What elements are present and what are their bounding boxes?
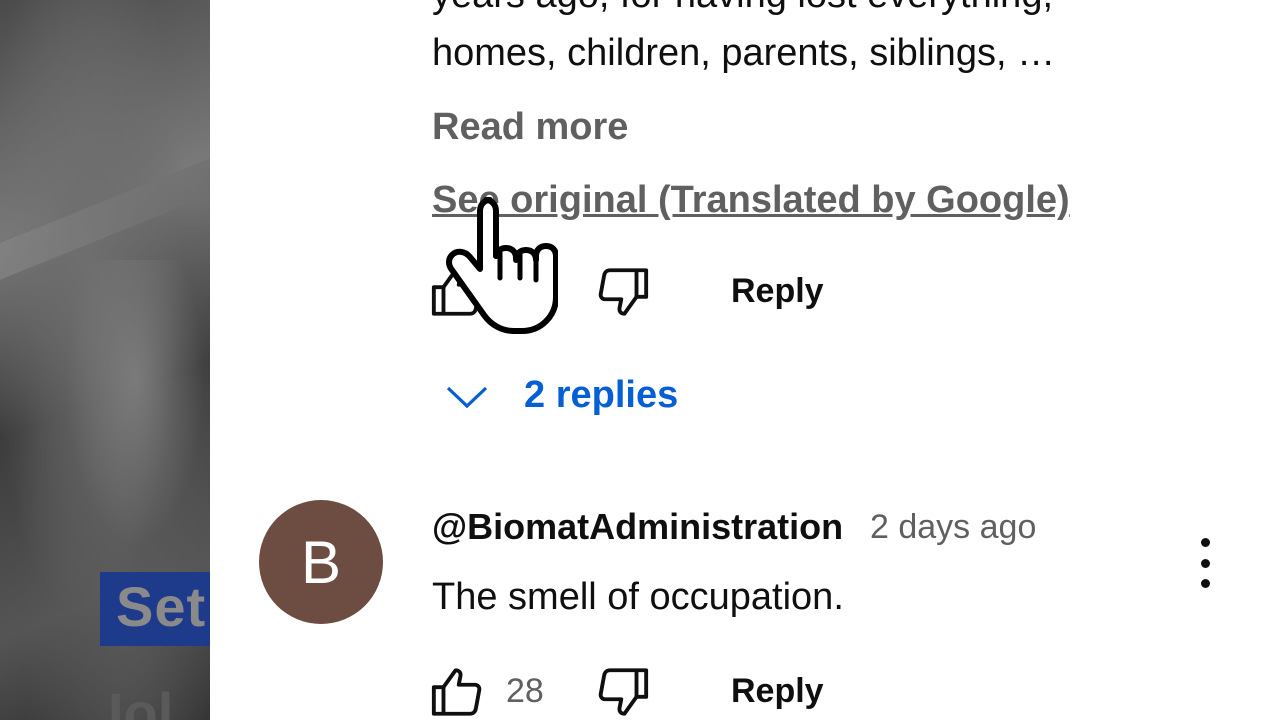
more-options-button[interactable] — [1182, 530, 1228, 596]
video-caption-text: Set — [116, 575, 207, 638]
comments-panel: years ago, for having lost everything, h… — [210, 0, 1280, 720]
dislike-button[interactable] — [592, 262, 652, 322]
like-count: 28 — [506, 672, 544, 710]
avatar-letter: B — [300, 528, 342, 596]
chevron-down-icon — [446, 386, 488, 409]
thumb-up-icon — [431, 668, 482, 716]
read-more-link[interactable]: Read more — [432, 106, 628, 149]
video-caption-text-lower: Iol — [108, 681, 174, 720]
comment-author[interactable]: @BiomatAdministration — [432, 506, 843, 548]
thumb-up-icon — [431, 268, 482, 316]
comment-text-line: years ago, for having lost everything, — [432, 0, 1053, 17]
reply-button[interactable]: Reply — [731, 272, 824, 311]
comment-text-line: homes, children, parents, siblings, … — [432, 32, 1056, 74]
comment-timestamp[interactable]: 2 days ago — [870, 508, 1036, 547]
dislike-button[interactable] — [592, 662, 652, 722]
video-frame-detail — [60, 260, 210, 560]
avatar[interactable]: B — [259, 500, 383, 624]
see-original-link[interactable]: See original (Translated by Google) — [432, 179, 1070, 222]
like-button[interactable] — [428, 662, 488, 722]
thumb-down-icon — [598, 268, 649, 316]
replies-count-label: 2 replies — [524, 374, 679, 416]
comment-text: The smell of occupation. — [432, 576, 844, 618]
reply-button[interactable]: Reply — [731, 672, 824, 711]
video-player-strip[interactable]: Set Iol — [0, 0, 210, 720]
more-vert-icon — [1200, 538, 1210, 588]
like-button[interactable] — [428, 262, 488, 322]
thumb-down-icon — [598, 668, 649, 716]
